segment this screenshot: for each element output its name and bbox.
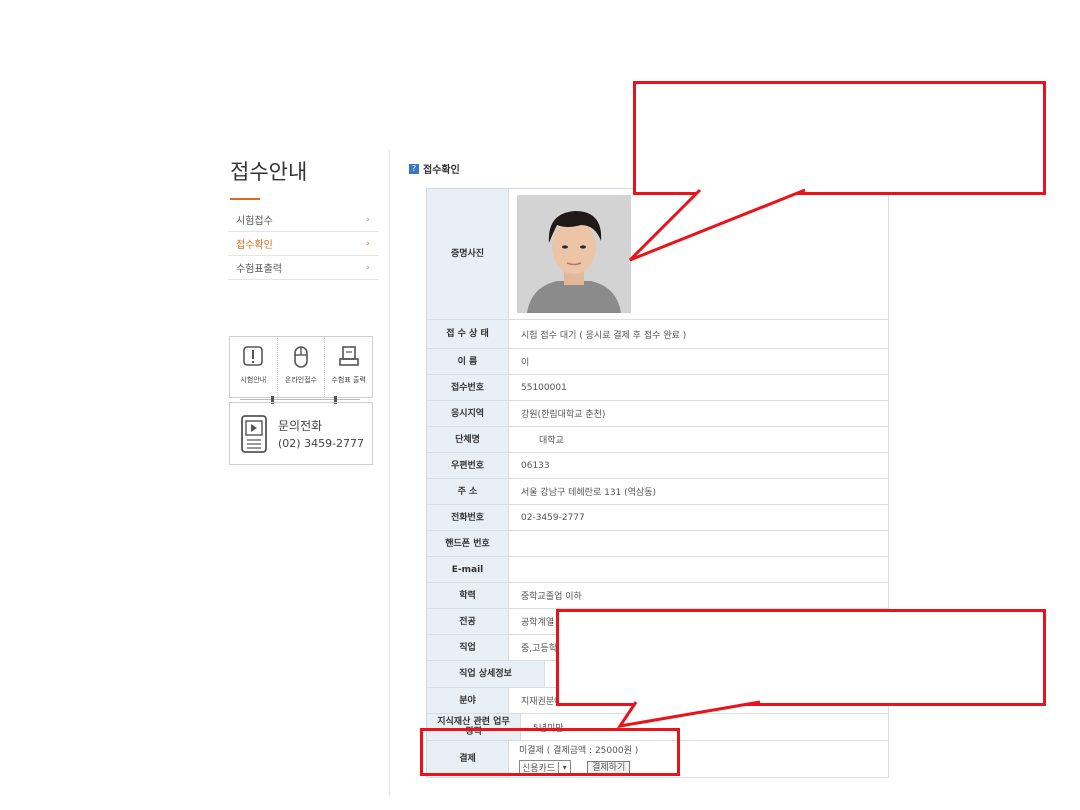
mouse-icon: [294, 346, 308, 368]
row-label: 직업 상세정보: [426, 661, 545, 687]
row-label: 증명사진: [426, 189, 509, 319]
row-label: 우편번호: [426, 453, 509, 478]
chevron-right-icon: ›: [366, 238, 370, 249]
row-value: 중학교졸업 이하: [509, 583, 889, 608]
exclamation-icon: [243, 346, 264, 366]
row-value: 55100001: [509, 375, 889, 400]
quick-link-exam-info[interactable]: 시험안내: [230, 337, 277, 397]
row-value: 강원(한림대학교 춘천): [509, 401, 889, 426]
section-title: 접수확인: [423, 165, 460, 176]
section-heading: ? 접수확인: [409, 161, 460, 176]
row-value: 06133: [509, 453, 889, 478]
table-row-photo: 증명사진: [426, 189, 889, 320]
portrait-image: [517, 195, 631, 313]
contact-phone: (02) 3459-2777: [278, 437, 365, 450]
sidebar-item-label: 접수확인: [236, 240, 273, 251]
row-label: E-mail: [426, 557, 509, 582]
row-label: 분야: [426, 688, 509, 713]
annotation-callout-top: [633, 81, 1046, 195]
id-photo: [517, 195, 631, 313]
row-label: 단체명: [426, 427, 509, 452]
sidebar-title: 접수안내: [230, 160, 308, 184]
sidebar-item-label: 시험접수: [236, 216, 273, 227]
divider: [240, 399, 360, 400]
row-label: 응시지역: [426, 401, 509, 426]
sidebar-item-exam-registration[interactable]: 시험접수 ›: [228, 208, 378, 232]
table-row: 핸드폰 번호: [426, 531, 889, 557]
table-row: 우편번호 06133: [426, 453, 889, 479]
row-label: 주 소: [426, 479, 509, 504]
quick-link-label: 시험안내: [240, 376, 267, 384]
row-value: 대학교: [509, 427, 889, 452]
row-value: 서울 강남구 테헤란로 131 (역삼동): [509, 479, 889, 504]
quick-link-print-ticket[interactable]: 수험표 출력: [324, 337, 372, 397]
table-row: 접 수 상 태 시험 접수 대기 ( 응시료 결제 후 접수 완료 ): [426, 320, 889, 349]
table-row: 응시지역 강원(한림대학교 춘천): [426, 401, 889, 427]
table-row: 학력 중학교졸업 이하: [426, 583, 889, 609]
phone-icon: [241, 414, 267, 453]
help-icon: ?: [409, 163, 419, 174]
row-value: 이: [509, 349, 889, 374]
sidebar-menu: 시험접수 › 접수확인 › 수험표출력 ›: [228, 208, 378, 280]
chevron-right-icon: ›: [366, 214, 370, 225]
table-row: 주 소 서울 강남구 테헤란로 131 (역삼동): [426, 479, 889, 505]
row-value: 02-3459-2777: [509, 505, 889, 530]
quick-link-label: 수험표 출력: [331, 376, 366, 384]
annotation-callout-bottom: [556, 609, 1046, 706]
table-row: 접수번호 55100001: [426, 375, 889, 401]
row-label: 접 수 상 태: [426, 320, 509, 348]
quick-link-label: 온라인접수: [284, 376, 318, 384]
sidebar-item-label: 수험표출력: [236, 264, 282, 275]
annotation-highlight-payment: [420, 728, 680, 776]
row-label: 학력: [426, 583, 509, 608]
sidebar-item-registration-check[interactable]: 접수확인 ›: [228, 232, 378, 256]
title-underline: [230, 198, 260, 200]
sidebar-item-print-ticket[interactable]: 수험표출력 ›: [228, 256, 378, 280]
row-value: [509, 531, 889, 556]
quick-links: 시험안내 온라인접수 수험표 출력: [229, 336, 373, 398]
contact-label: 문의전화: [278, 419, 323, 433]
table-row: E-mail: [426, 557, 889, 583]
row-label: 직업: [426, 635, 509, 660]
row-label: 전공: [426, 609, 509, 634]
row-label: 핸드폰 번호: [426, 531, 509, 556]
photo-cell: [509, 189, 889, 319]
table-row: 이 름 이: [426, 349, 889, 375]
chevron-right-icon: ›: [366, 262, 370, 273]
quick-link-online-registration[interactable]: 온라인접수: [276, 337, 325, 397]
table-row: 단체명 대학교: [426, 427, 889, 453]
row-label: 접수번호: [426, 375, 509, 400]
row-label: 이 름: [426, 349, 509, 374]
row-label: 전화번호: [426, 505, 509, 530]
contact-box: 문의전화 (02) 3459-2777: [229, 402, 373, 465]
row-value: [509, 557, 889, 582]
row-value: 시험 접수 대기 ( 응시료 결제 후 접수 완료 ): [509, 320, 889, 348]
printer-icon: [338, 346, 359, 366]
content-divider: [389, 150, 390, 795]
table-row: 전화번호 02-3459-2777: [426, 505, 889, 531]
